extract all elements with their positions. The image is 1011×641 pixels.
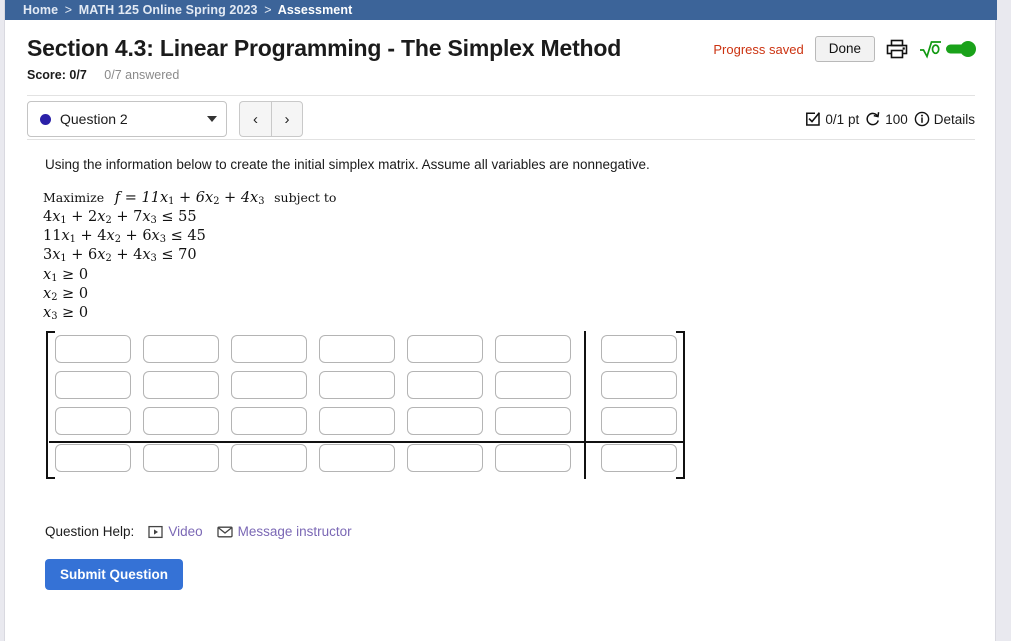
submit-question-button[interactable]: Submit Question	[45, 559, 183, 590]
attempts-group: 100	[865, 111, 908, 127]
breadcrumb-item-course[interactable]: MATH 125 Online Spring 2023	[79, 3, 258, 17]
constraint-line: 11x1 + 4x2 + 6x3 ≤ 45	[43, 227, 336, 246]
header-toolbar: Progress saved Done	[713, 36, 977, 62]
square-root-icon	[919, 39, 943, 59]
retry-icon	[865, 111, 881, 127]
prev-question-button[interactable]: ‹	[239, 101, 271, 137]
question-prompt: Using the information below to create th…	[45, 157, 650, 172]
matrix-cell-r1c3[interactable]	[231, 335, 307, 363]
details-label[interactable]: Details	[934, 112, 975, 127]
constraint-line: 3x1 + 6x2 + 4x3 ≤ 70	[43, 246, 336, 265]
question-status-dot	[40, 114, 51, 125]
constraint-line: x2 ≥ 0	[43, 285, 336, 304]
matrix-cell-r1c1[interactable]	[55, 335, 131, 363]
done-button[interactable]: Done	[815, 36, 875, 62]
constraint-line: x1 ≥ 0	[43, 266, 336, 285]
matrix-right-bracket	[676, 331, 685, 479]
matrix-cell-r4c4[interactable]	[319, 444, 395, 472]
info-icon	[914, 111, 930, 127]
matrix-cell-r2c4[interactable]	[319, 371, 395, 399]
score-value: 0/7	[69, 68, 86, 82]
objective-line: Maximize f = 11x1 + 6x2 + 4x3 subject to	[43, 189, 336, 208]
video-play-icon	[148, 525, 163, 539]
objective-suffix: subject to	[274, 190, 336, 205]
matrix-cell-r4c5[interactable]	[407, 444, 483, 472]
matrix-row	[55, 444, 677, 472]
question-select-label: Question 2	[60, 111, 207, 127]
matrix-cell-r2c5[interactable]	[407, 371, 483, 399]
matrix-cell-r3c1[interactable]	[55, 407, 131, 435]
matrix-cell-r2c6[interactable]	[495, 371, 571, 399]
printer-icon[interactable]	[886, 39, 908, 59]
matrix-cell-r3c5[interactable]	[407, 407, 483, 435]
question-help-label: Question Help:	[45, 524, 134, 539]
question-meta: 0/1 pt 100 Details	[805, 111, 975, 127]
matrix-row	[55, 335, 677, 363]
breadcrumb-item-assessment[interactable]: Assessment	[278, 3, 353, 17]
matrix-cell-r1c6[interactable]	[495, 335, 571, 363]
matrix-cell-r3c7[interactable]	[601, 407, 677, 435]
constraint-line: x3 ≥ 0	[43, 304, 336, 323]
message-instructor-link[interactable]: Message instructor	[217, 524, 352, 539]
matrix-cell-r3c6[interactable]	[495, 407, 571, 435]
matrix-cell-r3c4[interactable]	[319, 407, 395, 435]
matrix-cell-r1c4[interactable]	[319, 335, 395, 363]
matrix-cell-r4c6[interactable]	[495, 444, 571, 472]
matrix-cell-r4c7[interactable]	[601, 444, 677, 472]
math-input-toggle[interactable]	[919, 39, 977, 59]
attempts-value: 100	[885, 112, 908, 127]
answered-count: 0/7 answered	[104, 68, 179, 82]
matrix-cell-r4c3[interactable]	[231, 444, 307, 472]
matrix-cell-r2c1[interactable]	[55, 371, 131, 399]
matrix-cell-r1c5[interactable]	[407, 335, 483, 363]
points-group: 0/1 pt	[805, 111, 859, 127]
next-question-button[interactable]: ›	[271, 101, 303, 137]
matrix-cell-r2c7[interactable]	[601, 371, 677, 399]
question-help-row: Question Help: Video Message instructor	[45, 524, 366, 539]
content-panel: Home > MATH 125 Online Spring 2023 > Ass…	[4, 0, 996, 641]
toggle-switch-on	[945, 40, 977, 58]
matrix-cell-r1c7[interactable]	[601, 335, 677, 363]
divider-nav	[27, 139, 975, 140]
objective-prefix: Maximize	[43, 190, 104, 205]
matrix-cell-r2c2[interactable]	[143, 371, 219, 399]
question-nav-row: Question 2 ‹ › 0/1 pt	[27, 100, 975, 138]
breadcrumb: Home > MATH 125 Online Spring 2023 > Ass…	[5, 0, 997, 20]
matrix-left-bracket	[46, 331, 55, 479]
math-statement: Maximize f = 11x1 + 6x2 + 4x3 subject to…	[43, 189, 336, 323]
question-pager: ‹ ›	[239, 101, 303, 137]
envelope-icon	[217, 525, 233, 539]
message-link-label: Message instructor	[238, 524, 352, 539]
breadcrumb-item-home[interactable]: Home	[23, 3, 58, 17]
page-root: Home > MATH 125 Online Spring 2023 > Ass…	[0, 0, 1011, 641]
video-help-link[interactable]: Video	[148, 524, 202, 539]
points-value: 0/1 pt	[825, 112, 859, 127]
breadcrumb-separator: >	[65, 3, 72, 17]
constraint-line: 4x1 + 2x2 + 7x3 ≤ 55	[43, 208, 336, 227]
matrix-cell-r4c1[interactable]	[55, 444, 131, 472]
chevron-down-icon	[207, 116, 217, 122]
objective-expression: f = 11x1 + 6x2 + 4x3	[115, 190, 269, 206]
matrix-objective-divider	[49, 441, 683, 443]
score-line: Score: 0/7 0/7 answered	[5, 62, 997, 82]
matrix-cell-r2c3[interactable]	[231, 371, 307, 399]
question-select[interactable]: Question 2	[27, 101, 227, 137]
matrix-cell-r1c2[interactable]	[143, 335, 219, 363]
matrix-row	[55, 407, 677, 435]
simplex-matrix	[46, 331, 685, 479]
matrix-row	[55, 371, 677, 399]
checkbox-icon	[805, 111, 821, 127]
breadcrumb-separator: >	[264, 3, 271, 17]
matrix-cell-r4c2[interactable]	[143, 444, 219, 472]
matrix-cell-r3c2[interactable]	[143, 407, 219, 435]
details-group[interactable]: Details	[914, 111, 975, 127]
divider-top	[27, 95, 975, 96]
score-label: Score:	[27, 68, 66, 82]
progress-saved-status: Progress saved	[713, 42, 803, 57]
video-link-label: Video	[168, 524, 202, 539]
matrix-cell-r3c3[interactable]	[231, 407, 307, 435]
